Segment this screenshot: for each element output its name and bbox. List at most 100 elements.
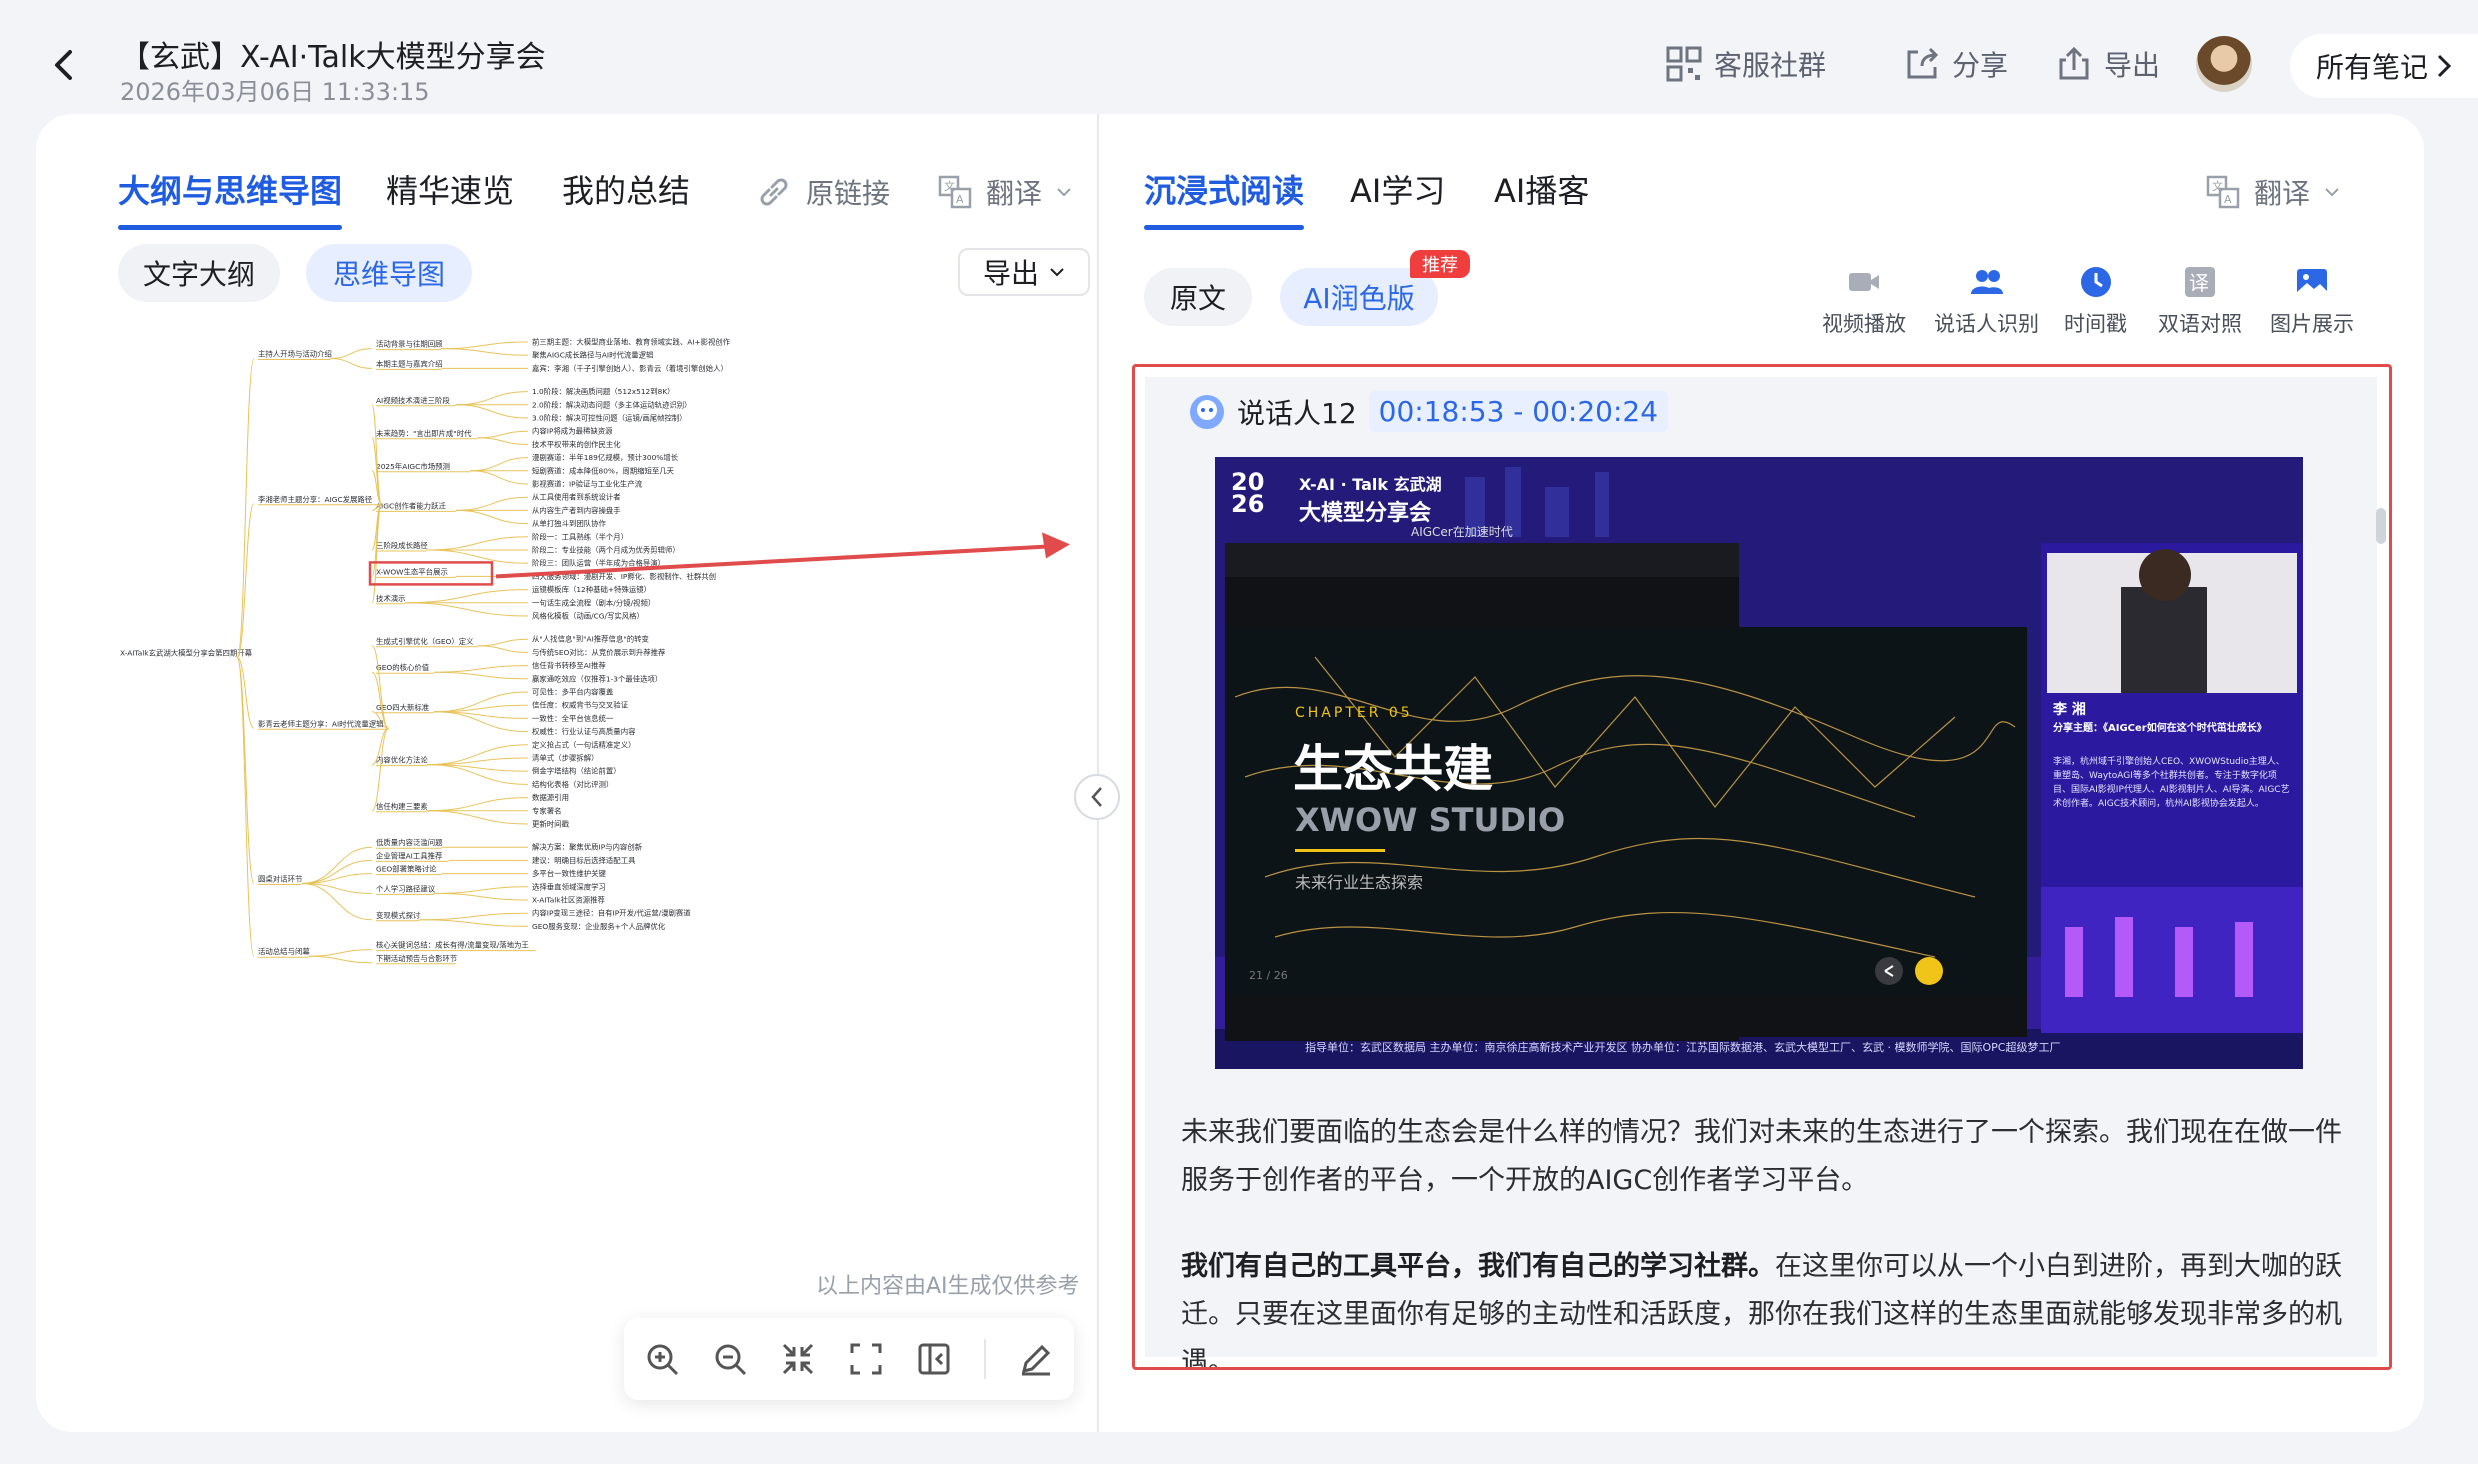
- mindmap-leaf-node[interactable]: 从单打独斗到团队协作: [532, 519, 607, 528]
- mindmap-child-node[interactable]: 下期活动预告与合影环节: [376, 954, 457, 963]
- mindmap-leaf-node[interactable]: 建议：明确目标后选择适配工具: [532, 856, 636, 865]
- mindmap-leaf-node[interactable]: 从"人找信息"到"AI推荐信息"的转变: [532, 635, 650, 644]
- mindmap-leaf-node[interactable]: 内容IP变现三途径：自有IP开发/代运营/漫剧赛道: [532, 909, 691, 918]
- export-mindmap-button[interactable]: 导出: [958, 248, 1090, 296]
- mindmap-child-node[interactable]: 技术演示: [376, 594, 406, 603]
- tab-my-summary[interactable]: 我的总结: [562, 166, 690, 212]
- mindmap-child-node[interactable]: 个人学习路径建议: [376, 884, 436, 893]
- mindmap-leaf-node[interactable]: 从内容生产者到内容操盘手: [532, 506, 621, 515]
- mindmap-leaf-node[interactable]: 漫剧赛道：半年189亿规模，预计300%增长: [532, 453, 679, 462]
- mindmap-leaf-node[interactable]: 运镜模板库（12种基础+特殊运镜）: [532, 585, 651, 594]
- slide-image[interactable]: 20 26 X-AI · Talk 玄武湖 大模型分享会 AIGCer在加速时代…: [1215, 457, 2303, 1069]
- share-button[interactable]: 分享: [1904, 44, 2008, 84]
- mindmap-leaf-node[interactable]: 2.0阶段：解决动态问题（多主体运动轨迹识别）: [532, 400, 692, 409]
- tab-immersive-reading[interactable]: 沉浸式阅读: [1144, 166, 1305, 230]
- mindmap-leaf-node[interactable]: 阶段二：专业技能（两个月成为优秀剪辑师）: [532, 546, 680, 555]
- mindmap-child-node[interactable]: 变现模式探讨: [376, 911, 421, 920]
- mindmap-canvas[interactable]: 前三期主题：大模型商业落地、教育领域实践、AI+影视创作聚焦AIGC成长路径与A…: [100, 330, 1090, 1330]
- mindmap-branch-node[interactable]: 影青云老师主题分享：AI时代流量逻辑: [258, 719, 384, 728]
- tool-timestamp[interactable]: 时间戳: [2064, 264, 2127, 338]
- mindmap-leaf-node[interactable]: 聚焦AIGC成长路径与AI时代流量逻辑: [532, 351, 654, 360]
- mindmap-child-node[interactable]: 三阶段成长路径: [376, 541, 428, 550]
- collapse-all-icon[interactable]: [780, 1341, 816, 1377]
- tool-speaker-id[interactable]: 说话人识别: [1934, 264, 2039, 338]
- subtab-original[interactable]: 原文: [1144, 268, 1252, 326]
- mindmap-leaf-node[interactable]: 数据源引用: [532, 793, 569, 802]
- tool-image-show[interactable]: 图片展示: [2270, 264, 2354, 338]
- mindmap-leaf-node[interactable]: 阶段一：工具熟练（半个月）: [532, 532, 628, 541]
- mindmap-leaf-node[interactable]: 前三期主题：大模型商业落地、教育领域实践、AI+影视创作: [532, 338, 731, 347]
- mindmap-leaf-node[interactable]: 权威性：行业认证与高质量内容: [532, 727, 636, 736]
- mindmap-leaf-node[interactable]: 结构化表格（对比评测）: [532, 780, 613, 789]
- reader-scrollbar[interactable]: [2376, 508, 2386, 544]
- mindmap-leaf-node[interactable]: 一句话生成全流程（剧本/分镜/视频）: [532, 598, 655, 607]
- mindmap-leaf-node[interactable]: 一致性：全平台信息统一: [532, 714, 614, 723]
- mindmap-child-node[interactable]: 核心关键词总结：成长有得/流量变现/落地为王: [376, 941, 529, 950]
- mindmap-child-node[interactable]: 内容优化方法论: [376, 756, 428, 765]
- mindmap-leaf-node[interactable]: 信任度：权威背书与交叉验证: [532, 701, 629, 710]
- mindmap-leaf-node[interactable]: 多平台一致性维护关键: [532, 869, 607, 878]
- mindmap-leaf-node[interactable]: 技术平权带来的创作民主化: [532, 440, 621, 449]
- tab-ai-learning[interactable]: AI学习: [1350, 166, 1445, 212]
- mindmap-child-node[interactable]: 本期主题与嘉宾介绍: [376, 359, 443, 368]
- tab-outline-mindmap[interactable]: 大纲与思维导图: [118, 166, 343, 230]
- mindmap-leaf-node[interactable]: 专家署名: [532, 806, 562, 815]
- mindmap-child-node[interactable]: 未来趋势："言出即片成"时代: [376, 429, 472, 438]
- mindmap-child-node[interactable]: GEO四大新标准: [376, 703, 430, 712]
- tab-highlights[interactable]: 精华速览: [386, 166, 514, 212]
- tool-video-play[interactable]: 视频播放: [1822, 264, 1906, 338]
- source-link-button[interactable]: 原链接: [756, 172, 890, 212]
- mindmap-child-node[interactable]: 生成式引擎优化（GEO）定义: [376, 637, 474, 646]
- mindmap-child-node[interactable]: 信任构建三要素: [376, 802, 428, 811]
- service-group-button[interactable]: 客服社群: [1666, 44, 1826, 84]
- mindmap-leaf-node[interactable]: 可见性：多平台内容覆盖: [532, 688, 614, 697]
- export-top-button[interactable]: 导出: [2056, 44, 2160, 84]
- mindmap-root-node[interactable]: X-AITalk玄武湖大模型分享会第四期开幕: [120, 648, 253, 657]
- mindmap-leaf-node[interactable]: 从工具使用者到系统设计者: [532, 493, 621, 502]
- zoom-out-icon[interactable]: [712, 1341, 748, 1377]
- mindmap-child-node[interactable]: X-WOW生态平台展示: [376, 567, 448, 576]
- mindmap-leaf-node[interactable]: GEO服务变现：企业服务+个人品牌优化: [532, 922, 666, 931]
- mindmap-branch-node[interactable]: 主持人开场与活动介绍: [258, 350, 332, 359]
- mindmap-child-node[interactable]: GEO的核心价值: [376, 663, 430, 672]
- tab-ai-podcast[interactable]: AI播客: [1494, 166, 1589, 212]
- mindmap-child-node[interactable]: 低质量内容泛滥问题: [376, 838, 443, 847]
- mindmap-leaf-node[interactable]: 清单式（步骤拆解）: [532, 754, 599, 763]
- mindmap-leaf-node[interactable]: 短剧赛道：成本降低80%，周期缩短至几天: [532, 466, 675, 475]
- fullscreen-icon[interactable]: [848, 1341, 884, 1377]
- mindmap-child-node[interactable]: GEO部署策略讨论: [376, 865, 437, 874]
- translate-left-button[interactable]: 文A 翻译: [938, 172, 1072, 212]
- mindmap-leaf-node[interactable]: 信任背书转移至AI推荐: [532, 661, 606, 670]
- mindmap-child-node[interactable]: 企业管理AI工具推荐: [376, 851, 443, 860]
- mindmap-branch-node[interactable]: 活动总结与闭幕: [258, 947, 310, 956]
- mindmap-leaf-node[interactable]: 内容IP将成为最稀缺资源: [532, 427, 613, 436]
- mindmap-child-node[interactable]: 2025年AIGC市场预测: [376, 462, 450, 471]
- mindmap-leaf-node[interactable]: 赢家通吃效应（仅推荐1-3个最佳选项）: [532, 674, 662, 683]
- mindmap-leaf-node[interactable]: X-AITalk社区资源推荐: [532, 896, 606, 905]
- mindmap-child-node[interactable]: 活动背景与往期回顾: [376, 340, 443, 349]
- zoom-in-icon[interactable]: [644, 1341, 680, 1377]
- mindmap-leaf-node[interactable]: 解决方案：聚焦优质IP与内容创新: [532, 843, 643, 852]
- collapse-panel-button[interactable]: [1074, 774, 1120, 820]
- user-avatar[interactable]: [2196, 36, 2252, 92]
- mindmap-child-node[interactable]: AIGC创作者能力跃迁: [376, 501, 446, 510]
- mindmap-branch-node[interactable]: 圆桌对话环节: [258, 875, 302, 884]
- mindmap-leaf-node[interactable]: 风格化模板（动画/CG/写实风格）: [532, 612, 644, 621]
- mindmap-child-node[interactable]: AI视频技术演进三阶段: [376, 396, 450, 405]
- subtab-text-outline[interactable]: 文字大纲: [118, 244, 280, 302]
- mindmap-leaf-node[interactable]: 更新时间戳: [532, 820, 570, 829]
- translate-right-button[interactable]: 文A 翻译: [2206, 172, 2340, 212]
- mindmap-leaf-node[interactable]: 选择垂直领域深度学习: [532, 882, 606, 891]
- mindmap-leaf-node[interactable]: 嘉宾：李湘（千子引擎创始人）、影青云（着境引擎创始人）: [532, 364, 728, 373]
- mindmap-leaf-node[interactable]: 与传统SEO对比：从竞价展示到升荐推荐: [532, 648, 666, 657]
- mindmap-leaf-node[interactable]: 定义抢占式（一句话精准定义）: [532, 740, 635, 749]
- sidebar-toggle-icon[interactable]: [916, 1341, 952, 1377]
- back-arrow-icon[interactable]: [48, 48, 82, 82]
- all-notes-button[interactable]: 所有笔记: [2290, 34, 2478, 98]
- mindmap-branch-node[interactable]: 李湘老师主题分享：AIGC发展路径: [258, 495, 373, 504]
- mindmap-leaf-node[interactable]: 3.0阶段：解决可控性问题（运镜/画尾帧控制）: [532, 414, 687, 423]
- tool-bilingual[interactable]: 译 双语对照: [2158, 264, 2242, 338]
- mindmap-leaf-node[interactable]: 影视赛道：IP验证与工业化生产流: [532, 480, 643, 489]
- speaker-time-range[interactable]: 00:18:53 - 00:20:24: [1368, 391, 1669, 432]
- subtab-mindmap[interactable]: 思维导图: [306, 244, 472, 302]
